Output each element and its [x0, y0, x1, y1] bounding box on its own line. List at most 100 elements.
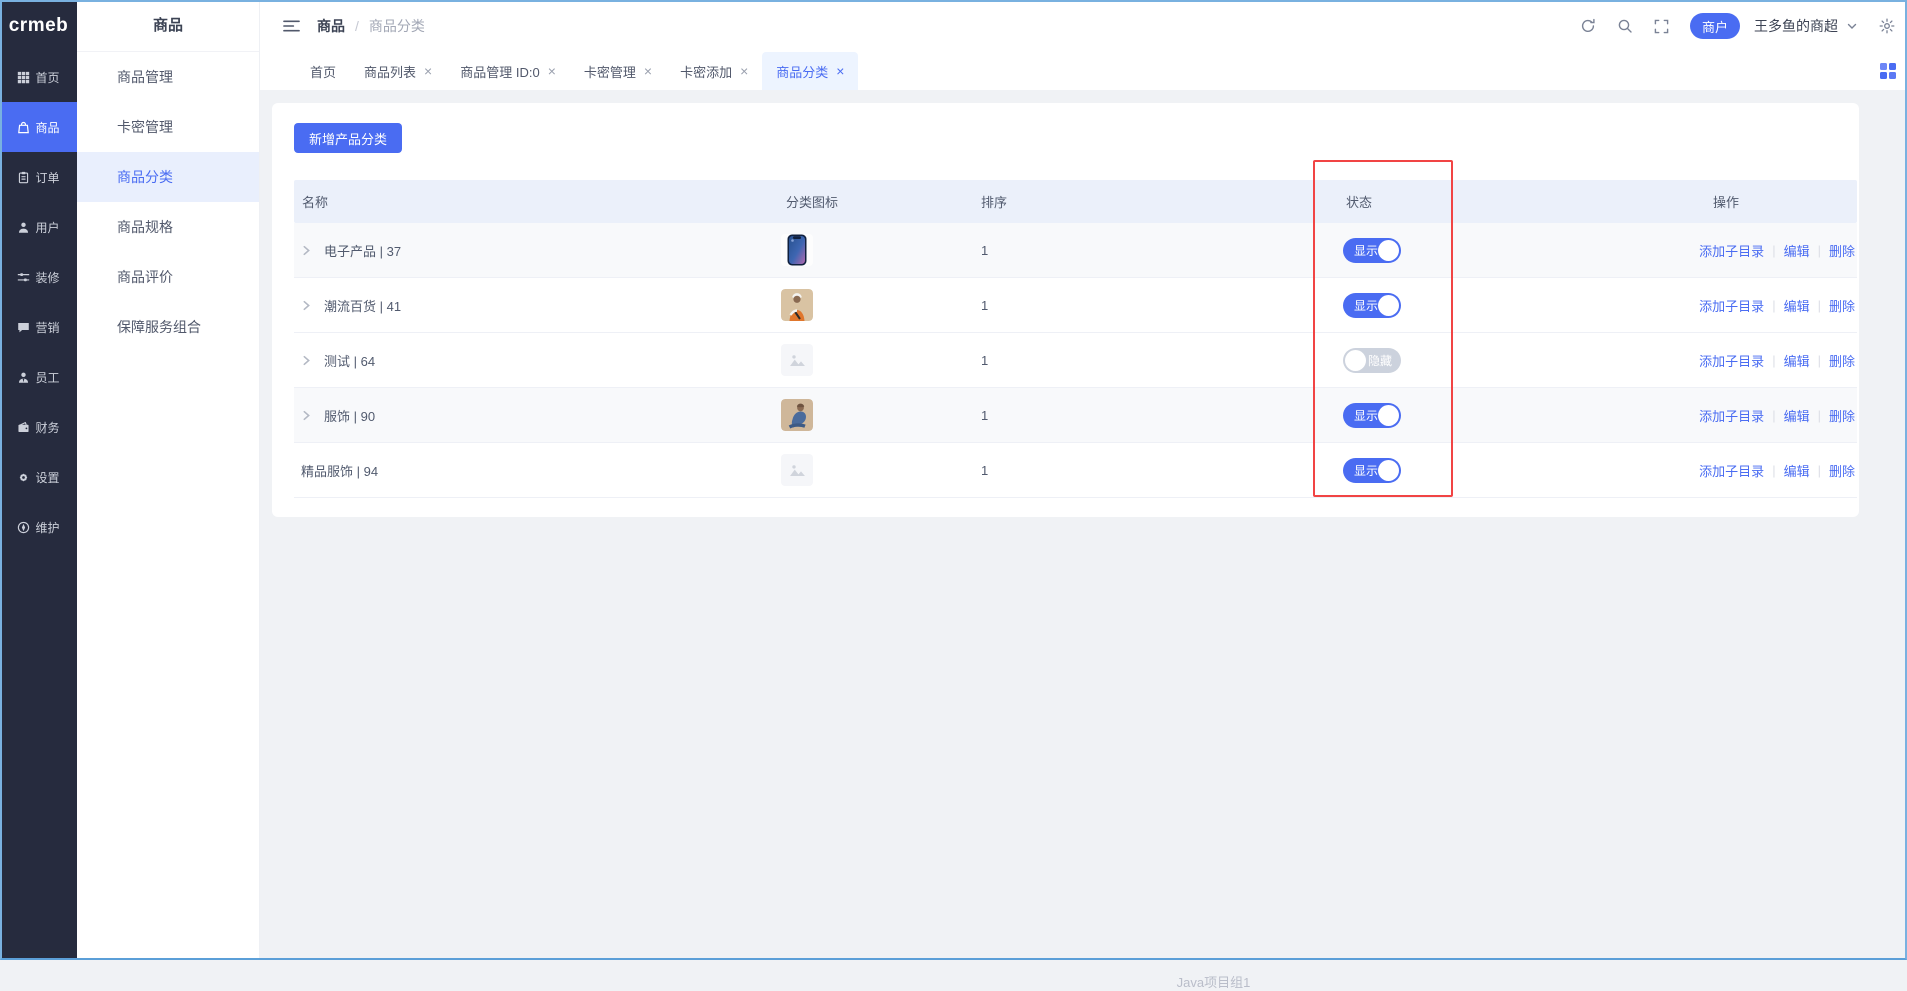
chevron-down-icon[interactable] [1846, 20, 1858, 32]
table-row: 测试 | 641隐藏添加子目录|编辑|删除 [294, 333, 1857, 388]
app-logo[interactable]: crmeb [0, 0, 77, 52]
tab-item[interactable]: 商品分类× [762, 52, 858, 90]
table-row: 潮流百货 | 411显示添加子目录|编辑|删除 [294, 278, 1857, 333]
tab-list: 首页商品列表×商品管理 ID:0×卡密管理×卡密添加×商品分类× [296, 52, 858, 90]
tab-item[interactable]: 首页 [296, 52, 350, 90]
sidebar-item-product[interactable]: 商品 [0, 102, 77, 152]
delete-link[interactable]: 删除 [1829, 461, 1855, 480]
role-badge[interactable]: 商户 [1690, 13, 1740, 39]
delete-link[interactable]: 删除 [1829, 241, 1855, 260]
category-image-cell [778, 399, 973, 431]
sidebar-item-staff[interactable]: 员工 [0, 352, 77, 402]
column-header: 名称 [294, 192, 778, 211]
sidebar-item-label: 员工 [35, 369, 59, 386]
fullscreen-icon[interactable] [1654, 19, 1669, 34]
submenu-item[interactable]: 商品评价 [77, 252, 259, 302]
action-separator: | [1818, 353, 1821, 368]
status-toggle[interactable]: 隐藏 [1343, 348, 1401, 373]
delete-link[interactable]: 删除 [1829, 296, 1855, 315]
action-separator: | [1772, 463, 1775, 478]
add-subdirectory-link[interactable]: 添加子目录 [1699, 461, 1764, 480]
sidebar-item-home[interactable]: 首页 [0, 52, 77, 102]
sidebar-item-order[interactable]: 订单 [0, 152, 77, 202]
breadcrumb-root[interactable]: 商品 [317, 16, 345, 36]
status-cell: 显示 [1338, 238, 1698, 263]
add-subdirectory-link[interactable]: 添加子目录 [1699, 351, 1764, 370]
bag-icon [17, 121, 30, 134]
add-subdirectory-link[interactable]: 添加子目录 [1699, 296, 1764, 315]
expand-chevron-icon[interactable] [301, 355, 312, 366]
expand-chevron-icon[interactable] [301, 300, 312, 311]
sidebar-item-finance[interactable]: 财务 [0, 402, 77, 452]
add-subdirectory-link[interactable]: 添加子目录 [1699, 241, 1764, 260]
delete-link[interactable]: 删除 [1829, 351, 1855, 370]
status-toggle[interactable]: 显示 [1343, 403, 1401, 428]
edit-link[interactable]: 编辑 [1784, 241, 1810, 260]
sidebar-item-settings[interactable]: 设置 [0, 452, 77, 502]
sidebar-item-user[interactable]: 用户 [0, 202, 77, 252]
tab-close-icon[interactable]: × [424, 64, 432, 78]
expand-chevron-icon[interactable] [301, 410, 312, 421]
status-toggle[interactable]: 显示 [1343, 238, 1401, 263]
tab-item[interactable]: 卡密管理× [570, 52, 666, 90]
category-image-cell [778, 289, 973, 321]
category-name: 电子产品 | 37 [324, 241, 401, 260]
grid-icon [17, 71, 30, 84]
clipboard-icon [17, 171, 30, 184]
edit-link[interactable]: 编辑 [1784, 406, 1810, 425]
action-separator: | [1818, 463, 1821, 478]
category-table: 名称分类图标排序状态操作 电子产品 | 371显示添加子目录|编辑|删除潮流百货… [294, 180, 1857, 498]
gear-icon[interactable] [1879, 18, 1895, 34]
model-denim-image [781, 399, 813, 431]
sort-cell: 1 [973, 408, 1338, 423]
delete-link[interactable]: 删除 [1829, 406, 1855, 425]
submenu-item[interactable]: 商品规格 [77, 202, 259, 252]
user-icon [17, 221, 30, 234]
category-name: 服饰 | 90 [324, 406, 375, 425]
category-image-cell [778, 234, 973, 266]
submenu-item[interactable]: 商品分类 [77, 152, 259, 202]
add-category-button[interactable]: 新增产品分类 [294, 123, 402, 153]
sidebar-item-label: 订单 [35, 169, 59, 186]
tab-close-icon[interactable]: × [644, 64, 652, 78]
sidebar-item-label: 装修 [35, 269, 59, 286]
actions-cell: 添加子目录 | 编辑 | 删除 [1698, 351, 1857, 370]
tab-item[interactable]: 卡密添加× [666, 52, 762, 90]
user-name[interactable]: 王多鱼的商超 [1754, 16, 1838, 36]
edit-link[interactable]: 编辑 [1784, 461, 1810, 480]
sidebar-item-decorate[interactable]: 装修 [0, 252, 77, 302]
status-cell: 显示 [1338, 458, 1698, 483]
action-separator: | [1772, 353, 1775, 368]
refresh-icon[interactable] [1580, 18, 1596, 34]
add-subdirectory-link[interactable]: 添加子目录 [1699, 406, 1764, 425]
edit-link[interactable]: 编辑 [1784, 296, 1810, 315]
submenu-item[interactable]: 保障服务组合 [77, 302, 259, 352]
main-sidebar: crmeb 首页商品订单用户装修营销员工财务设置维护 [0, 0, 77, 960]
grid-blue-icon[interactable] [1880, 63, 1896, 79]
action-separator: | [1818, 298, 1821, 313]
tab-close-icon[interactable]: × [740, 64, 748, 78]
table-body: 电子产品 | 371显示添加子目录|编辑|删除潮流百货 | 411显示添加子目录… [294, 223, 1857, 498]
gear-icon [17, 471, 30, 484]
logo-ring-decoration [35, 0, 40, 1]
table-row: 服饰 | 901显示添加子目录|编辑|删除 [294, 388, 1857, 443]
sidebar-item-marketing[interactable]: 营销 [0, 302, 77, 352]
expand-chevron-icon[interactable] [301, 245, 312, 256]
submenu-item[interactable]: 商品管理 [77, 52, 259, 102]
tab-close-icon[interactable]: × [836, 64, 844, 78]
status-toggle[interactable]: 显示 [1343, 293, 1401, 318]
edit-link[interactable]: 编辑 [1784, 351, 1810, 370]
status-toggle[interactable]: 显示 [1343, 458, 1401, 483]
collapse-menu-icon[interactable] [283, 19, 300, 33]
toggle-knob [1378, 405, 1399, 426]
tab-item[interactable]: 商品管理 ID:0 × [446, 52, 570, 90]
toggle-knob [1378, 460, 1399, 481]
sidebar-item-maintain[interactable]: 维护 [0, 502, 77, 552]
search-icon[interactable] [1617, 18, 1633, 34]
tab-close-icon[interactable]: × [548, 64, 556, 78]
sort-cell: 1 [973, 243, 1338, 258]
submenu-item[interactable]: 卡密管理 [77, 102, 259, 152]
submenu-sidebar: 商品 商品管理卡密管理商品分类商品规格商品评价保障服务组合 [77, 0, 260, 960]
tab-label: 商品管理 ID:0 [460, 62, 539, 81]
tab-item[interactable]: 商品列表× [350, 52, 446, 90]
